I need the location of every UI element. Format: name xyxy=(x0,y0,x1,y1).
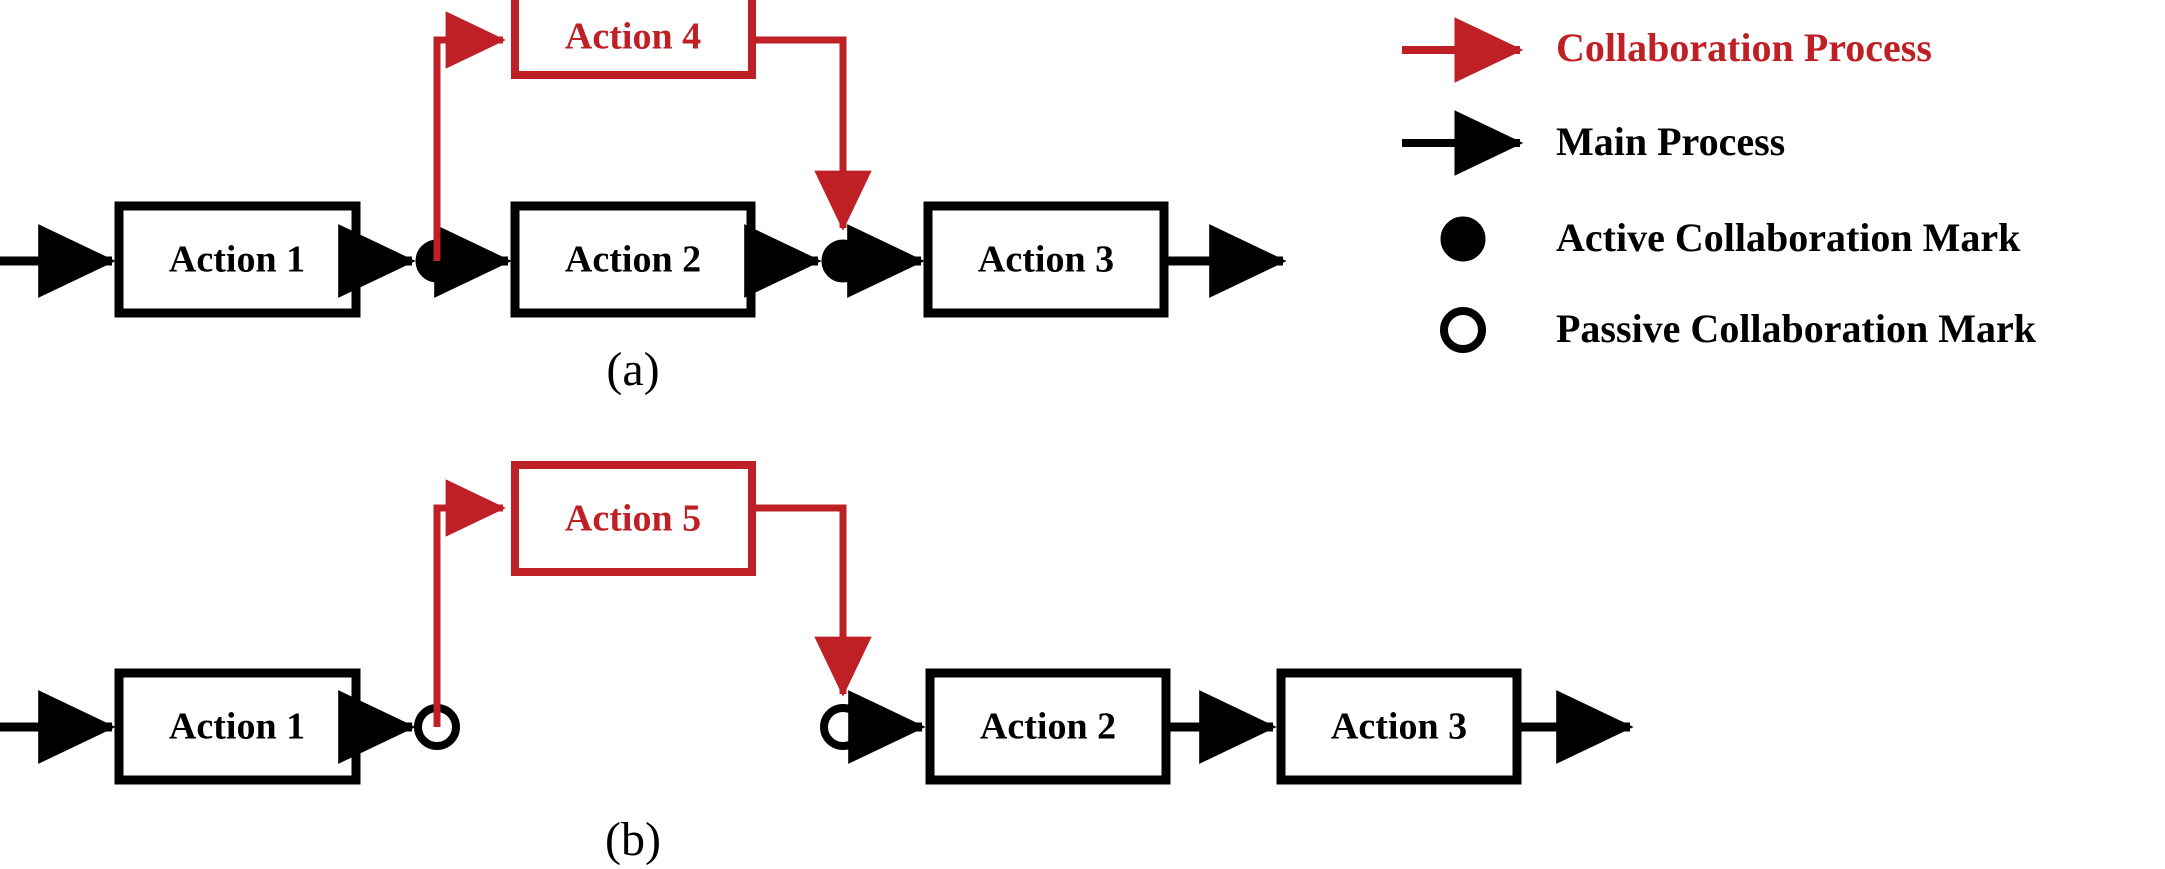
panel-b-caption: (b) xyxy=(605,813,661,866)
panel-b: Action 1 Action 5 Action 2 Action 3 (b) xyxy=(0,461,1634,866)
legend-item-active-mark: Active Collaboration Mark xyxy=(1440,215,2021,262)
panel-a-active-collaboration-mark-2[interactable] xyxy=(821,239,865,283)
legend-item-passive-mark: Passive Collaboration Mark xyxy=(1440,306,2037,353)
legend: Collaboration Process Main Process Activ… xyxy=(1402,17,2037,353)
panel-b-passive-collaboration-mark-2[interactable] xyxy=(820,704,866,750)
panel-b-collab-branch-in xyxy=(752,504,872,697)
panel-a-collab-branch-out xyxy=(433,11,506,261)
legend-item-main-process-label: Main Process xyxy=(1556,119,1785,164)
panel-a-node-action-2-label: Action 2 xyxy=(565,239,701,281)
legend-circle-hollow-icon xyxy=(1440,307,1486,353)
legend-item-main-process: Main Process xyxy=(1402,110,1785,176)
diagram-canvas: Action 1 Action 2 Action 3 Action 4 (a) … xyxy=(0,0,2165,869)
collaboration-process-diagram: Action 1 Action 2 Action 3 Action 4 (a) … xyxy=(0,0,2037,866)
panel-b-node-action-2-label: Action 2 xyxy=(980,706,1116,748)
legend-circle-filled-icon xyxy=(1440,216,1486,262)
legend-item-active-mark-label: Active Collaboration Mark xyxy=(1556,215,2021,260)
panel-a-node-action-1-label: Action 1 xyxy=(169,239,305,281)
legend-item-passive-mark-label: Passive Collaboration Mark xyxy=(1556,306,2037,351)
panel-a-caption: (a) xyxy=(606,343,659,396)
panel-a-node-action-3-label: Action 3 xyxy=(978,239,1114,281)
panel-a-collab-branch-in xyxy=(752,36,872,231)
panel-b-node-action-5-label: Action 5 xyxy=(565,498,701,540)
legend-item-collaboration-process: Collaboration Process xyxy=(1402,17,1932,83)
panel-a-node-action-4-label: Action 4 xyxy=(565,16,701,58)
panel-b-collab-branch-out xyxy=(433,479,506,727)
panel-a: Action 1 Action 2 Action 3 Action 4 (a) xyxy=(0,0,1287,396)
legend-item-collaboration-process-label: Collaboration Process xyxy=(1556,25,1932,70)
panel-b-node-action-1-label: Action 1 xyxy=(169,706,305,748)
panel-b-node-action-3-label: Action 3 xyxy=(1331,706,1467,748)
